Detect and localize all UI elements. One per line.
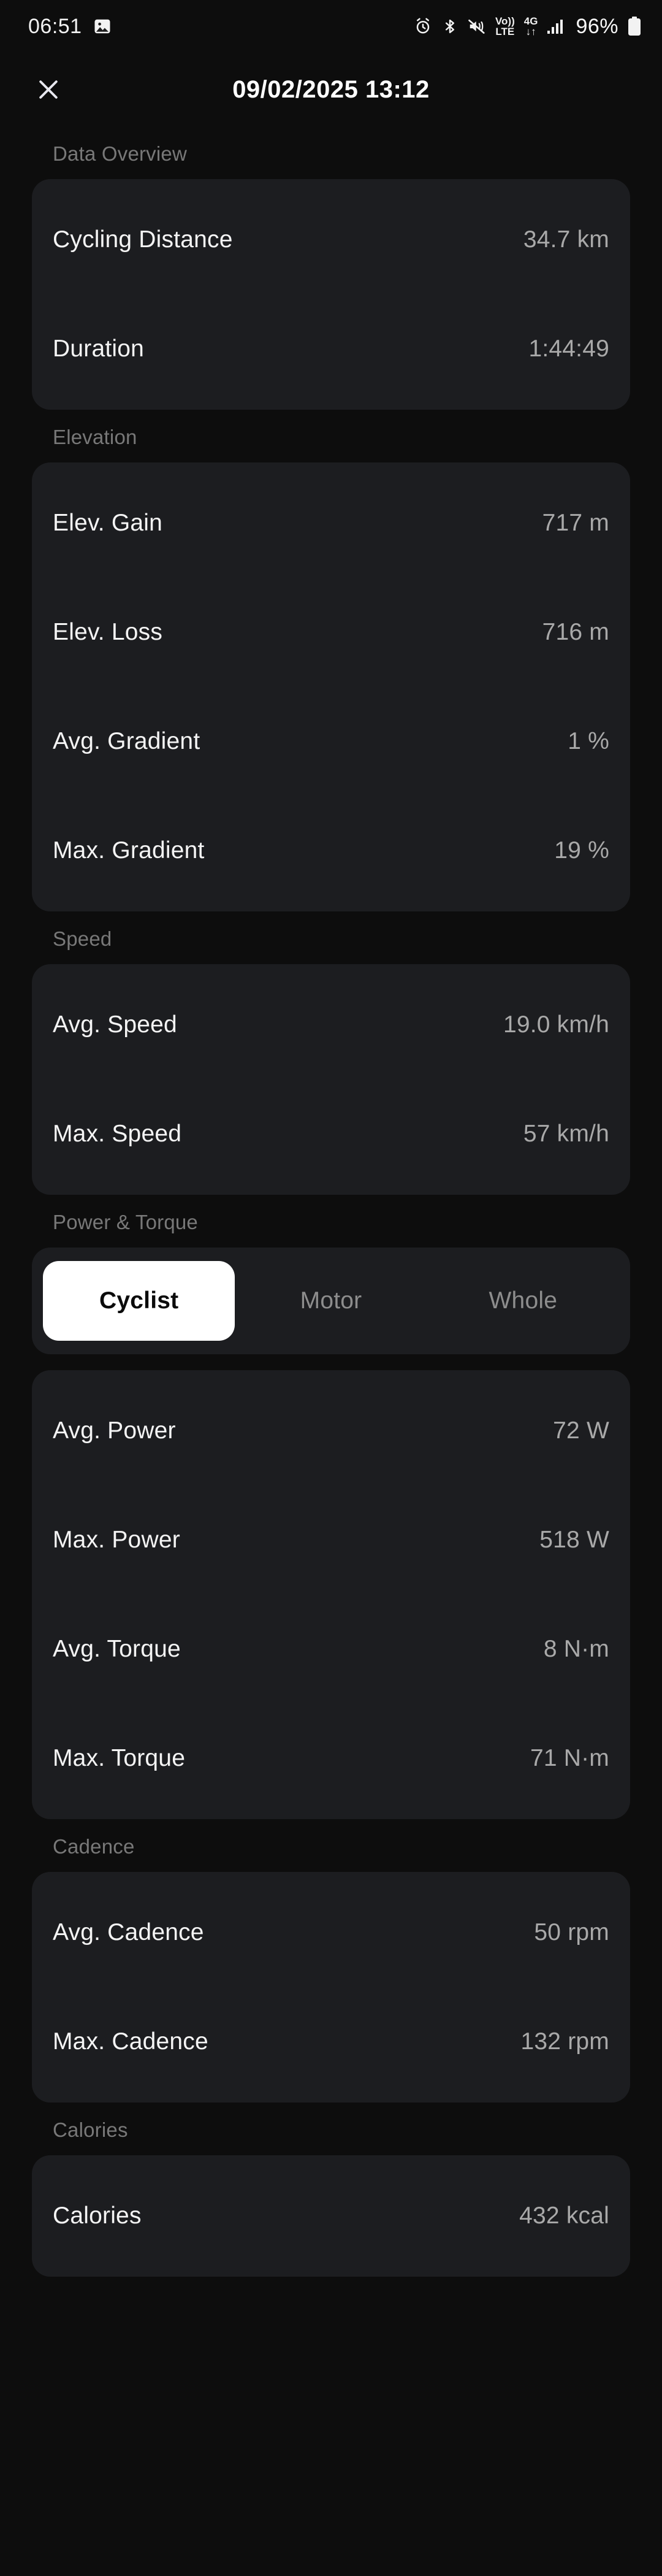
row-value: 518 W (539, 1527, 609, 1553)
section-title-calories: Calories (53, 2118, 128, 2141)
table-row[interactable]: Max. Speed 57 km/h (32, 1079, 630, 1189)
cadence-card: Avg. Cadence 50 rpm Max. Cadence 132 rpm (32, 1872, 630, 2103)
section-calories: Calories Calories 432 kcal (32, 2118, 630, 2277)
row-value: 1 % (568, 728, 609, 754)
table-row[interactable]: Elev. Gain 717 m (32, 469, 630, 578)
row-label: Cycling Distance (53, 226, 233, 253)
data-overview-card: Cycling Distance 34.7 km Duration 1:44:4… (32, 179, 630, 410)
table-row[interactable]: Max. Torque 71 N·m (32, 1704, 630, 1813)
elevation-card: Elev. Gain 717 m Elev. Loss 716 m Avg. G… (32, 462, 630, 911)
table-row[interactable]: Avg. Cadence 50 rpm (32, 1878, 630, 1987)
row-value: 19.0 km/h (503, 1011, 609, 1038)
close-button[interactable] (28, 69, 69, 110)
row-label: Duration (53, 335, 145, 362)
row-label: Avg. Speed (53, 1011, 177, 1038)
table-row[interactable]: Duration 1:44:49 (32, 294, 630, 404)
row-label: Max. Power (53, 1527, 180, 1553)
row-value: 8 N·m (543, 1636, 609, 1662)
tab-label: Cyclist (99, 1287, 179, 1314)
tab-label: Whole (489, 1287, 558, 1314)
tab-cyclist[interactable]: Cyclist (43, 1261, 235, 1341)
table-row[interactable]: Avg. Gradient 1 % (32, 687, 630, 796)
section-title-data-overview: Data Overview (53, 142, 188, 165)
row-label: Elev. Gain (53, 510, 163, 536)
power-source-tabs: Cyclist Motor Whole (32, 1248, 630, 1354)
app-header: 09/02/2025 13:12 (0, 53, 662, 126)
row-value: 71 N·m (530, 1745, 609, 1771)
tab-label: Motor (300, 1287, 362, 1314)
section-data-overview: Data Overview Cycling Distance 34.7 km D… (32, 142, 630, 410)
volte-bottom-label: LTE (495, 26, 515, 37)
table-row[interactable]: Max. Gradient 19 % (32, 796, 630, 905)
table-row[interactable]: Avg. Speed 19.0 km/h (32, 970, 630, 1079)
row-label: Max. Torque (53, 1745, 186, 1771)
table-row[interactable]: Max. Power 518 W (32, 1485, 630, 1595)
row-value: 717 m (542, 510, 609, 536)
page-title: 09/02/2025 13:12 (232, 75, 430, 103)
section-cadence: Cadence Avg. Cadence 50 rpm Max. Cadence… (32, 1835, 630, 2103)
row-value: 34.7 km (523, 226, 609, 253)
section-elevation: Elevation Elev. Gain 717 m Elev. Loss 71… (32, 426, 630, 911)
power-torque-card: Avg. Power 72 W Max. Power 518 W Avg. To… (32, 1370, 630, 1819)
row-label: Avg. Power (53, 1417, 176, 1444)
table-row[interactable]: Avg. Torque 8 N·m (32, 1595, 630, 1704)
mute-icon (468, 17, 486, 36)
row-value: 19 % (554, 837, 609, 864)
network-4g-icon: 4G ↓↑ (524, 16, 538, 37)
row-value: 432 kcal (519, 2202, 609, 2229)
row-label: Elev. Loss (53, 619, 163, 645)
bluetooth-icon (441, 18, 458, 35)
table-row[interactable]: Calories 432 kcal (32, 2161, 630, 2271)
tab-whole[interactable]: Whole (427, 1261, 619, 1341)
signal-icon (547, 18, 566, 34)
section-title-elevation: Elevation (53, 426, 137, 448)
volte-top-label: Vo)) (495, 15, 515, 27)
activity-detail-content: Data Overview Cycling Distance 34.7 km D… (0, 142, 662, 2277)
section-title-speed: Speed (53, 927, 112, 950)
row-label: Avg. Torque (53, 1636, 181, 1662)
row-value: 716 m (542, 619, 609, 645)
network-arrows-label: ↓↑ (525, 26, 536, 37)
status-bar-right: Vo)) LTE 4G ↓↑ 96% (414, 15, 641, 39)
row-value: 72 W (553, 1417, 609, 1444)
row-value: 1:44:49 (528, 335, 609, 362)
alarm-icon (414, 17, 432, 36)
table-row[interactable]: Cycling Distance 34.7 km (32, 185, 630, 294)
row-label: Max. Gradient (53, 837, 205, 864)
row-label: Max. Cadence (53, 2028, 208, 2055)
screenshot-icon (93, 17, 112, 36)
status-bar-left: 06:51 (28, 15, 112, 39)
speed-card: Avg. Speed 19.0 km/h Max. Speed 57 km/h (32, 964, 630, 1195)
table-row[interactable]: Avg. Power 72 W (32, 1376, 630, 1485)
battery-percent-label: 96% (576, 14, 618, 38)
section-title-cadence: Cadence (53, 1835, 135, 1858)
row-value: 50 rpm (534, 1919, 609, 1945)
row-label: Avg. Gradient (53, 728, 200, 754)
battery-icon (628, 17, 641, 36)
status-clock: 06:51 (28, 14, 82, 38)
network-generation-label: 4G (523, 15, 538, 27)
row-value: 57 km/h (523, 1121, 609, 1147)
row-label: Max. Speed (53, 1121, 182, 1147)
row-value: 132 rpm (520, 2028, 609, 2055)
status-bar: 06:51 Vo)) LTE 4G ↓↑ 96% (0, 0, 662, 53)
calories-card: Calories 432 kcal (32, 2155, 630, 2277)
volte-icon: Vo)) LTE (495, 16, 515, 37)
row-label: Calories (53, 2202, 142, 2229)
section-speed: Speed Avg. Speed 19.0 km/h Max. Speed 57… (32, 927, 630, 1195)
row-label: Avg. Cadence (53, 1919, 204, 1945)
tab-motor[interactable]: Motor (235, 1261, 427, 1341)
section-power-torque: Power & Torque Cyclist Motor Whole Avg. … (32, 1211, 630, 1819)
table-row[interactable]: Max. Cadence 132 rpm (32, 1987, 630, 2096)
section-title-power-torque: Power & Torque (53, 1211, 198, 1233)
table-row[interactable]: Elev. Loss 716 m (32, 578, 630, 687)
